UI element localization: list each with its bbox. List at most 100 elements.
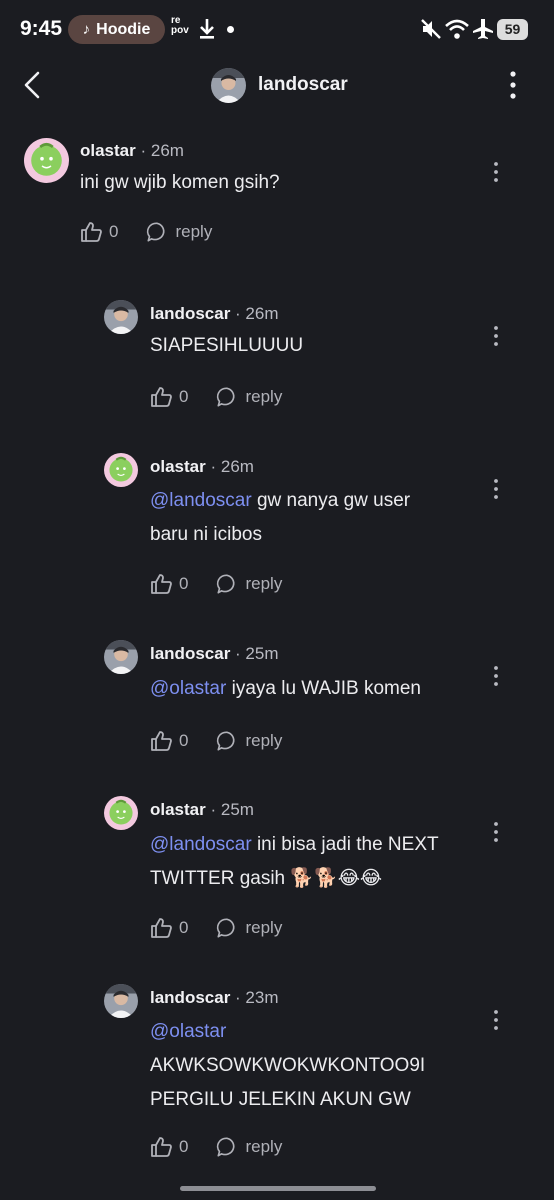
comment-author[interactable]: landoscar [150,988,230,1007]
like-button[interactable]: 0 [150,916,188,940]
comment-text: @landoscar ini bisa jadi the NEXT TWITTE… [150,828,460,896]
status-time: 9:45 [20,17,63,40]
reply-button[interactable]: reply [216,1136,282,1158]
like-count: 0 [179,387,189,406]
user-mention-link[interactable]: @landoscar [150,834,252,855]
home-indicator[interactable] [180,1186,376,1191]
comment-author[interactable]: olastar [80,141,136,160]
now-playing-label: Hoodie [96,20,151,38]
user-mention-link[interactable]: @olastar [150,678,226,699]
comment-body: AKWKSOWKWOKWKONTOO9I PERGILU JELEKIN AKU… [150,1055,426,1110]
like-count: 0 [179,574,189,593]
comment-author[interactable]: landoscar [150,644,230,663]
comment-header: landoscar · 23m [150,988,279,1008]
avatar-image [104,300,138,334]
user-mention-link[interactable]: @olastar [150,1021,226,1042]
like-button[interactable]: 0 [150,572,188,596]
comment-time: · 26m [210,457,254,476]
reply-bubble-icon [216,730,238,752]
comment-author[interactable]: olastar [150,457,206,476]
comment-actions: 0 reply [80,220,212,244]
notification-dot-icon [227,26,234,33]
reply-bubble-icon [216,386,238,408]
avatar[interactable] [104,300,138,334]
avatar-image [104,453,138,487]
comment-time: · 26m [140,141,184,160]
thumbs-up-icon [150,1135,174,1159]
comment-header: landoscar · 26m [150,304,279,324]
comment-actions: 0 reply [150,1135,282,1159]
comment-body: ini gw wjib komen gsih? [80,172,280,193]
avatar[interactable] [211,68,246,103]
comment-time: · 26m [235,304,279,323]
user-mention-link[interactable]: @landoscar [150,490,252,511]
avatar[interactable] [104,640,138,674]
reply-button[interactable]: reply [146,221,212,243]
reply-button[interactable]: reply [216,386,282,408]
mute-icon [421,19,441,39]
reply-label: reply [245,731,283,750]
comment-text: @landoscar gw nanya gw user baru ni icib… [150,484,450,552]
comment-item: olastar · 26m ini gw wjib komen gsih? 0 … [24,138,534,248]
reply-button[interactable]: reply [216,730,282,752]
avatar-image [24,138,69,183]
like-button[interactable]: 0 [150,1135,188,1159]
comment-header: landoscar · 25m [150,644,279,664]
app-tag-line2: pov [171,25,189,36]
avatar-image [104,640,138,674]
avatar[interactable] [104,796,138,830]
reply-bubble-icon [216,917,238,939]
more-vert-icon[interactable] [500,68,526,102]
like-button[interactable]: 0 [150,385,188,409]
more-vert-icon[interactable] [488,324,504,348]
more-vert-icon[interactable] [488,477,504,501]
like-button[interactable]: 0 [150,729,188,753]
airplane-icon [473,19,493,39]
reply-comment-item: olastar · 25m @landoscar ini bisa jadi t… [104,796,534,942]
comment-author[interactable]: landoscar [150,304,230,323]
profile-photo-icon [211,68,246,103]
comment-author[interactable]: olastar [150,800,206,819]
reply-button[interactable]: reply [216,573,282,595]
comment-time: · 25m [235,644,279,663]
reply-label: reply [245,387,283,406]
more-vert-icon[interactable] [488,664,504,688]
thumbs-up-icon [150,385,174,409]
comment-actions: 0 reply [150,385,282,409]
thumbs-up-icon [150,729,174,753]
status-bar: 9:45 ♪ Hoodie re pov 59 [0,0,554,60]
avatar[interactable] [104,984,138,1018]
reply-label: reply [175,222,213,241]
more-vert-icon[interactable] [488,820,504,844]
comment-header: olastar · 26m [80,141,184,161]
comment-text: @olastar iyaya lu WAJIB komen [150,672,470,706]
comment-body: SIAPESIHLUUUU [150,335,304,356]
avatar[interactable] [24,138,69,183]
now-playing-chip[interactable]: ♪ Hoodie [68,15,165,44]
avatar-image [104,984,138,1018]
thumbs-up-icon [150,572,174,596]
like-count: 0 [179,731,189,750]
header-bar: landoscar [0,60,554,110]
reply-bubble-icon [216,1136,238,1158]
music-note-icon: ♪ [82,21,91,38]
back-icon[interactable] [16,68,50,102]
reply-label: reply [245,1137,283,1156]
battery-icon: 59 [497,19,528,40]
reply-bubble-icon [146,221,168,243]
more-vert-icon[interactable] [488,1008,504,1032]
reply-button[interactable]: reply [216,917,282,939]
like-button[interactable]: 0 [80,220,118,244]
download-icon [200,19,214,39]
comment-header: olastar · 25m [150,800,254,820]
avatar[interactable] [104,453,138,487]
thumbs-up-icon [80,220,104,244]
more-vert-icon[interactable] [488,160,504,184]
like-count: 0 [179,1137,189,1156]
reply-label: reply [245,918,283,937]
like-count: 0 [179,918,189,937]
comment-text: ini gw wjib komen gsih? [80,166,460,200]
comment-body: iyaya lu WAJIB komen [226,678,421,699]
page-title[interactable]: landoscar [258,74,348,96]
reply-comment-item: olastar · 26m @landoscar gw nanya gw use… [104,453,534,599]
